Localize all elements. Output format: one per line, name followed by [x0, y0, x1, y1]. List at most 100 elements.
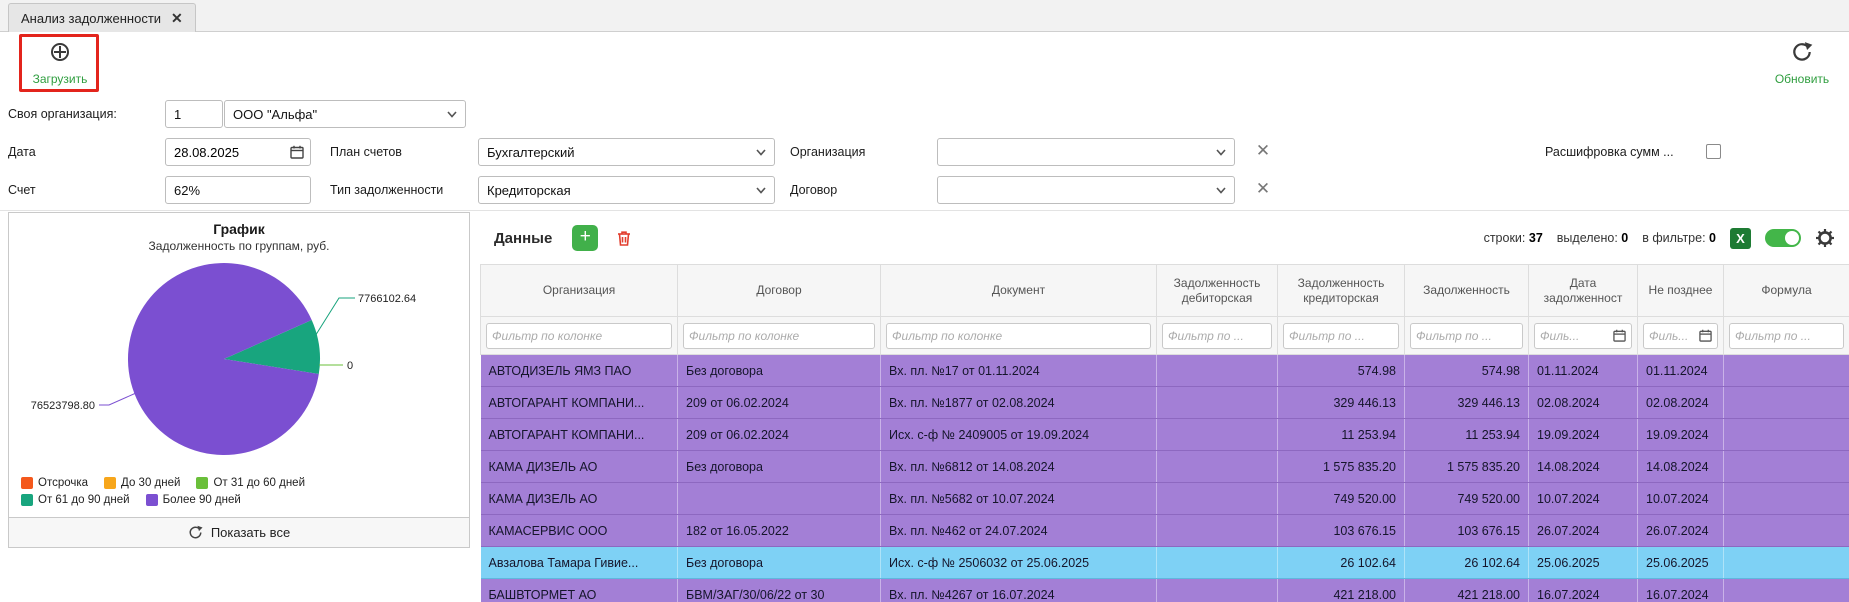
load-icon [49, 41, 71, 68]
col-header-contract[interactable]: Договор [678, 265, 881, 317]
callout-zero-value: 0 [347, 360, 353, 372]
legend-swatch [196, 477, 208, 489]
callout-purple-value: 76523798.80 [31, 400, 95, 412]
stat-filtered: в фильтре: 0 [1642, 231, 1716, 245]
col-header-debit-debt[interactable]: Задолженность дебиторская [1157, 265, 1278, 317]
legend-item: От 31 до 60 дней [196, 477, 305, 489]
legend-swatch [104, 477, 116, 489]
debt-type-value: Кредиторская [487, 183, 750, 198]
own-org-combo[interactable]: ООО "Альфа" [224, 100, 466, 128]
table-row[interactable]: КАМА ДИЗЕЛЬ АОБез договораВх. пл. №6812 … [481, 451, 1849, 483]
tab-title: Анализ задолженности [21, 11, 161, 26]
date-input[interactable] [174, 145, 290, 160]
load-button[interactable]: Загрузить [28, 39, 92, 87]
table-row[interactable]: АВТОДИЗЕЛЬ ЯМЗ ПАОБез договораВх. пл. №1… [481, 355, 1849, 387]
own-org-label: Своя организация: [8, 100, 117, 128]
data-panel-header: Данные + строки: 37 выделено: 0 в фильтр… [480, 212, 1849, 264]
table-row[interactable]: АВТОГАРАНТ КОМПАНИ...209 от 06.02.2024Вх… [481, 387, 1849, 419]
separator [0, 210, 1849, 211]
plan-value: Бухгалтерский [487, 145, 750, 160]
table-row[interactable]: КАМА ДИЗЕЛЬ АОВх. пл. №5682 от 10.07.202… [481, 483, 1849, 515]
filter-input-document[interactable] [892, 329, 1145, 343]
col-header-organization[interactable]: Организация [481, 265, 678, 317]
show-all-button[interactable]: Показать все [8, 518, 470, 548]
legend-item: От 61 до 90 дней [21, 494, 130, 506]
legend-label: От 31 до 60 дней [213, 477, 305, 489]
legend-label: Более 90 дней [163, 494, 241, 506]
filter-input-credit-debt[interactable] [1289, 329, 1393, 343]
legend-label: От 61 до 90 дней [38, 494, 130, 506]
filter-input-contract[interactable] [689, 329, 869, 343]
delete-row-button[interactable] [612, 226, 636, 250]
chevron-down-icon [756, 147, 766, 157]
add-row-button[interactable]: + [572, 225, 598, 251]
org-label: Организация [790, 138, 865, 166]
org-combo[interactable] [937, 138, 1235, 166]
col-header-formula[interactable]: Формула [1724, 265, 1849, 317]
tab-close-icon[interactable]: ✕ [171, 10, 183, 27]
filter-area: Своя организация: ООО "Альфа" Дата План … [0, 94, 1849, 210]
decode-label: Расшифровка сумм ... [1545, 138, 1674, 166]
decode-checkbox[interactable] [1706, 144, 1721, 159]
callout-green-value: 7766102.64 [358, 293, 416, 305]
table-row[interactable]: АВТОГАРАНТ КОМПАНИ...209 от 06.02.2024Ис… [481, 419, 1849, 451]
chevron-down-icon [447, 109, 457, 119]
excel-export-icon[interactable]: X [1730, 228, 1751, 249]
legend-swatch [21, 477, 33, 489]
legend-label: До 30 дней [121, 477, 180, 489]
chevron-down-icon [1216, 185, 1226, 195]
calendar-icon[interactable] [290, 145, 304, 159]
data-table: Организация Договор Документ Задолженнос… [480, 264, 1849, 602]
toggle-knob [1785, 231, 1799, 245]
account-input[interactable] [165, 176, 311, 204]
contract-combo[interactable] [937, 176, 1235, 204]
calendar-icon[interactable] [1699, 329, 1712, 342]
table-row[interactable]: БАШВТОРМЕТ АОБВМ/ЗАГ/30/06/22 от 30Вх. п… [481, 579, 1849, 602]
toolbar: Загрузить Обновить [0, 32, 1849, 94]
own-org-code-input[interactable] [165, 100, 223, 128]
filter-input-debt-date[interactable] [1540, 329, 1610, 343]
col-header-credit-debt[interactable]: Задолженность кредиторская [1278, 265, 1405, 317]
show-all-label: Показать все [211, 525, 290, 540]
filter-input-debt[interactable] [1416, 329, 1517, 343]
debt-type-combo[interactable]: Кредиторская [478, 176, 775, 204]
calendar-icon[interactable] [1613, 329, 1626, 342]
chevron-down-icon [756, 185, 766, 195]
table-header-row: Организация Договор Документ Задолженнос… [481, 265, 1849, 317]
data-panel: Данные + строки: 37 выделено: 0 в фильтр… [480, 212, 1849, 602]
chart-panel: График Задолженность по группам, руб. 77… [8, 212, 470, 518]
trash-icon [614, 228, 634, 248]
filter-input-debit-debt[interactable] [1168, 329, 1266, 343]
date-label: Дата [8, 138, 36, 166]
plan-label: План счетов [330, 138, 402, 166]
refresh-icon [188, 525, 203, 540]
legend-item: Отсрочка [21, 477, 88, 489]
col-header-debt[interactable]: Задолженность [1405, 265, 1529, 317]
contract-clear-icon[interactable]: ✕ [1253, 176, 1273, 204]
refresh-button[interactable]: Обновить [1765, 39, 1839, 87]
chart-subtitle: Задолженность по группам, руб. [9, 239, 469, 253]
legend-swatch [146, 494, 158, 506]
col-header-debt-date[interactable]: Дата задолженност [1529, 265, 1638, 317]
org-clear-icon[interactable]: ✕ [1253, 138, 1273, 166]
table-row[interactable]: КАМАСЕРВИС ООО182 от 16.05.2022Вх. пл. №… [481, 515, 1849, 547]
data-panel-title: Данные [494, 230, 552, 247]
table-row-highlighted[interactable]: Авзалова Тамара Гивие...Без договораИсх.… [481, 547, 1849, 579]
tab-debt-analysis[interactable]: Анализ задолженности ✕ [8, 3, 196, 32]
toggle-switch[interactable] [1765, 229, 1801, 247]
date-field[interactable] [165, 138, 311, 166]
col-header-not-later[interactable]: Не позднее [1638, 265, 1724, 317]
contract-label: Договор [790, 176, 837, 204]
filter-input-not-later[interactable] [1649, 329, 1696, 343]
legend-item: До 30 дней [104, 477, 180, 489]
filter-input-formula[interactable] [1735, 329, 1838, 343]
legend-label: Отсрочка [38, 477, 88, 489]
stat-selected: выделено: 0 [1557, 231, 1628, 245]
plan-combo[interactable]: Бухгалтерский [478, 138, 775, 166]
gear-icon[interactable] [1815, 228, 1835, 248]
col-header-document[interactable]: Документ [881, 265, 1157, 317]
account-label: Счет [8, 176, 36, 204]
filter-input-organization[interactable] [492, 329, 666, 343]
load-label: Загрузить [33, 72, 88, 86]
debt-type-label: Тип задолженности [330, 176, 443, 204]
